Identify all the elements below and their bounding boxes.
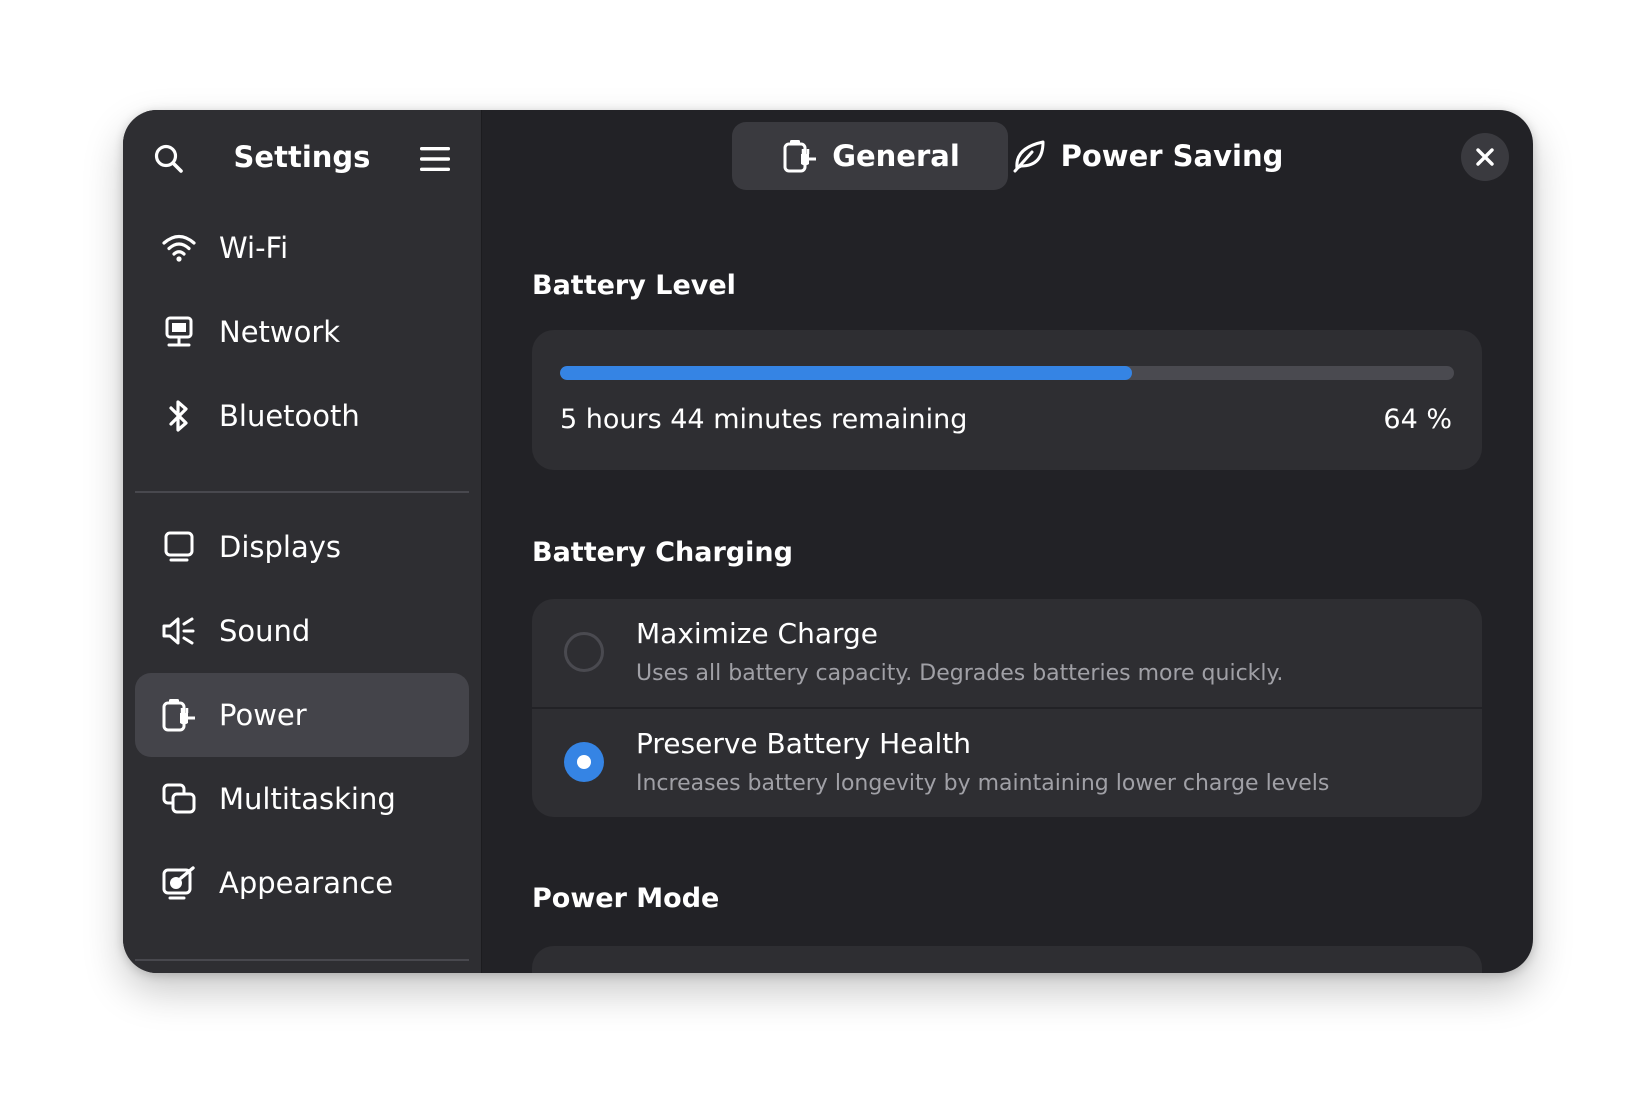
power-mode-card <box>532 946 1482 973</box>
radio-dot <box>577 755 591 769</box>
battery-level-heading: Battery Level <box>532 270 736 301</box>
sidebar-item-multitasking[interactable]: Multitasking <box>135 757 469 841</box>
close-icon <box>1476 148 1494 166</box>
wifi-icon <box>162 234 196 262</box>
sidebar-item-appearance[interactable]: Appearance <box>135 841 469 925</box>
sidebar-item-label: Sound <box>219 614 311 648</box>
main-content: General Power Saving Battery Level 5 hou… <box>482 110 1533 973</box>
bluetooth-icon <box>169 400 188 432</box>
battery-level-card: 5 hours 44 minutes remaining 64 % <box>532 330 1482 470</box>
battery-time-remaining: 5 hours 44 minutes remaining <box>560 404 968 435</box>
sidebar-item-label: Wi-Fi <box>219 231 289 265</box>
appearance-icon <box>162 866 195 900</box>
sidebar-item-displays[interactable]: Displays <box>135 505 469 589</box>
settings-window: Settings Wi-Fi Network Bluetooth Display… <box>123 110 1533 973</box>
sidebar-item-sound[interactable]: Sound <box>135 589 469 673</box>
option-description: Increases battery longevity by maintaini… <box>636 771 1330 796</box>
battery-level-bar-fill <box>560 366 1133 380</box>
sidebar-item-label: Bluetooth <box>219 399 360 433</box>
tab-power-saving[interactable]: Power Saving <box>1008 122 1284 190</box>
radio-button[interactable] <box>564 632 604 672</box>
sidebar-item-label: Displays <box>219 530 342 564</box>
power-icon <box>162 699 195 732</box>
sidebar-item-label: Power <box>219 698 307 732</box>
battery-level-bar <box>560 366 1454 380</box>
view-switcher: General Power Saving <box>482 122 1533 190</box>
close-button[interactable] <box>1461 133 1509 181</box>
sidebar-item-label: Network <box>219 315 341 349</box>
sound-icon <box>162 617 195 645</box>
radio-button-selected[interactable] <box>564 742 604 782</box>
sidebar-item-network[interactable]: Network <box>135 290 469 374</box>
charging-option-preserve[interactable]: Preserve Battery Health Increases batter… <box>532 709 1482 817</box>
sidebar-separator <box>135 959 469 961</box>
sidebar-item-label: Multitasking <box>219 782 396 816</box>
charging-option-maximize[interactable]: Maximize Charge Uses all battery capacit… <box>532 599 1482 707</box>
sidebar-group-connectivity: Wi-Fi Network Bluetooth <box>135 206 469 458</box>
multitasking-icon <box>162 783 196 814</box>
tab-label: General <box>832 139 960 173</box>
power-plug-icon <box>783 140 817 173</box>
leaf-icon <box>1013 140 1045 173</box>
sidebar-item-wifi[interactable]: Wi-Fi <box>135 206 469 290</box>
tab-label: Power Saving <box>1060 139 1284 173</box>
option-title: Preserve Battery Health <box>636 727 972 760</box>
hamburger-menu-icon <box>420 147 450 171</box>
battery-charging-card: Maximize Charge Uses all battery capacit… <box>532 599 1482 817</box>
sidebar: Settings Wi-Fi Network Bluetooth Display… <box>123 110 482 973</box>
option-description: Uses all battery capacity. Degrades batt… <box>636 661 1284 686</box>
sidebar-group-device: Displays Sound Power Multitasking Appear… <box>135 505 469 925</box>
tab-general[interactable]: General <box>732 122 1008 190</box>
battery-charging-heading: Battery Charging <box>532 537 793 568</box>
sidebar-item-power[interactable]: Power <box>135 673 469 757</box>
battery-percentage: 64 % <box>1383 404 1452 435</box>
sidebar-header: Settings <box>123 110 481 206</box>
option-title: Maximize Charge <box>636 617 879 650</box>
power-mode-heading: Power Mode <box>532 883 720 914</box>
sidebar-separator <box>135 491 469 493</box>
sidebar-item-bluetooth[interactable]: Bluetooth <box>135 374 469 458</box>
display-icon <box>164 531 194 562</box>
sidebar-item-label: Appearance <box>219 866 394 900</box>
main-menu-button[interactable] <box>415 139 455 179</box>
network-icon <box>165 316 193 347</box>
